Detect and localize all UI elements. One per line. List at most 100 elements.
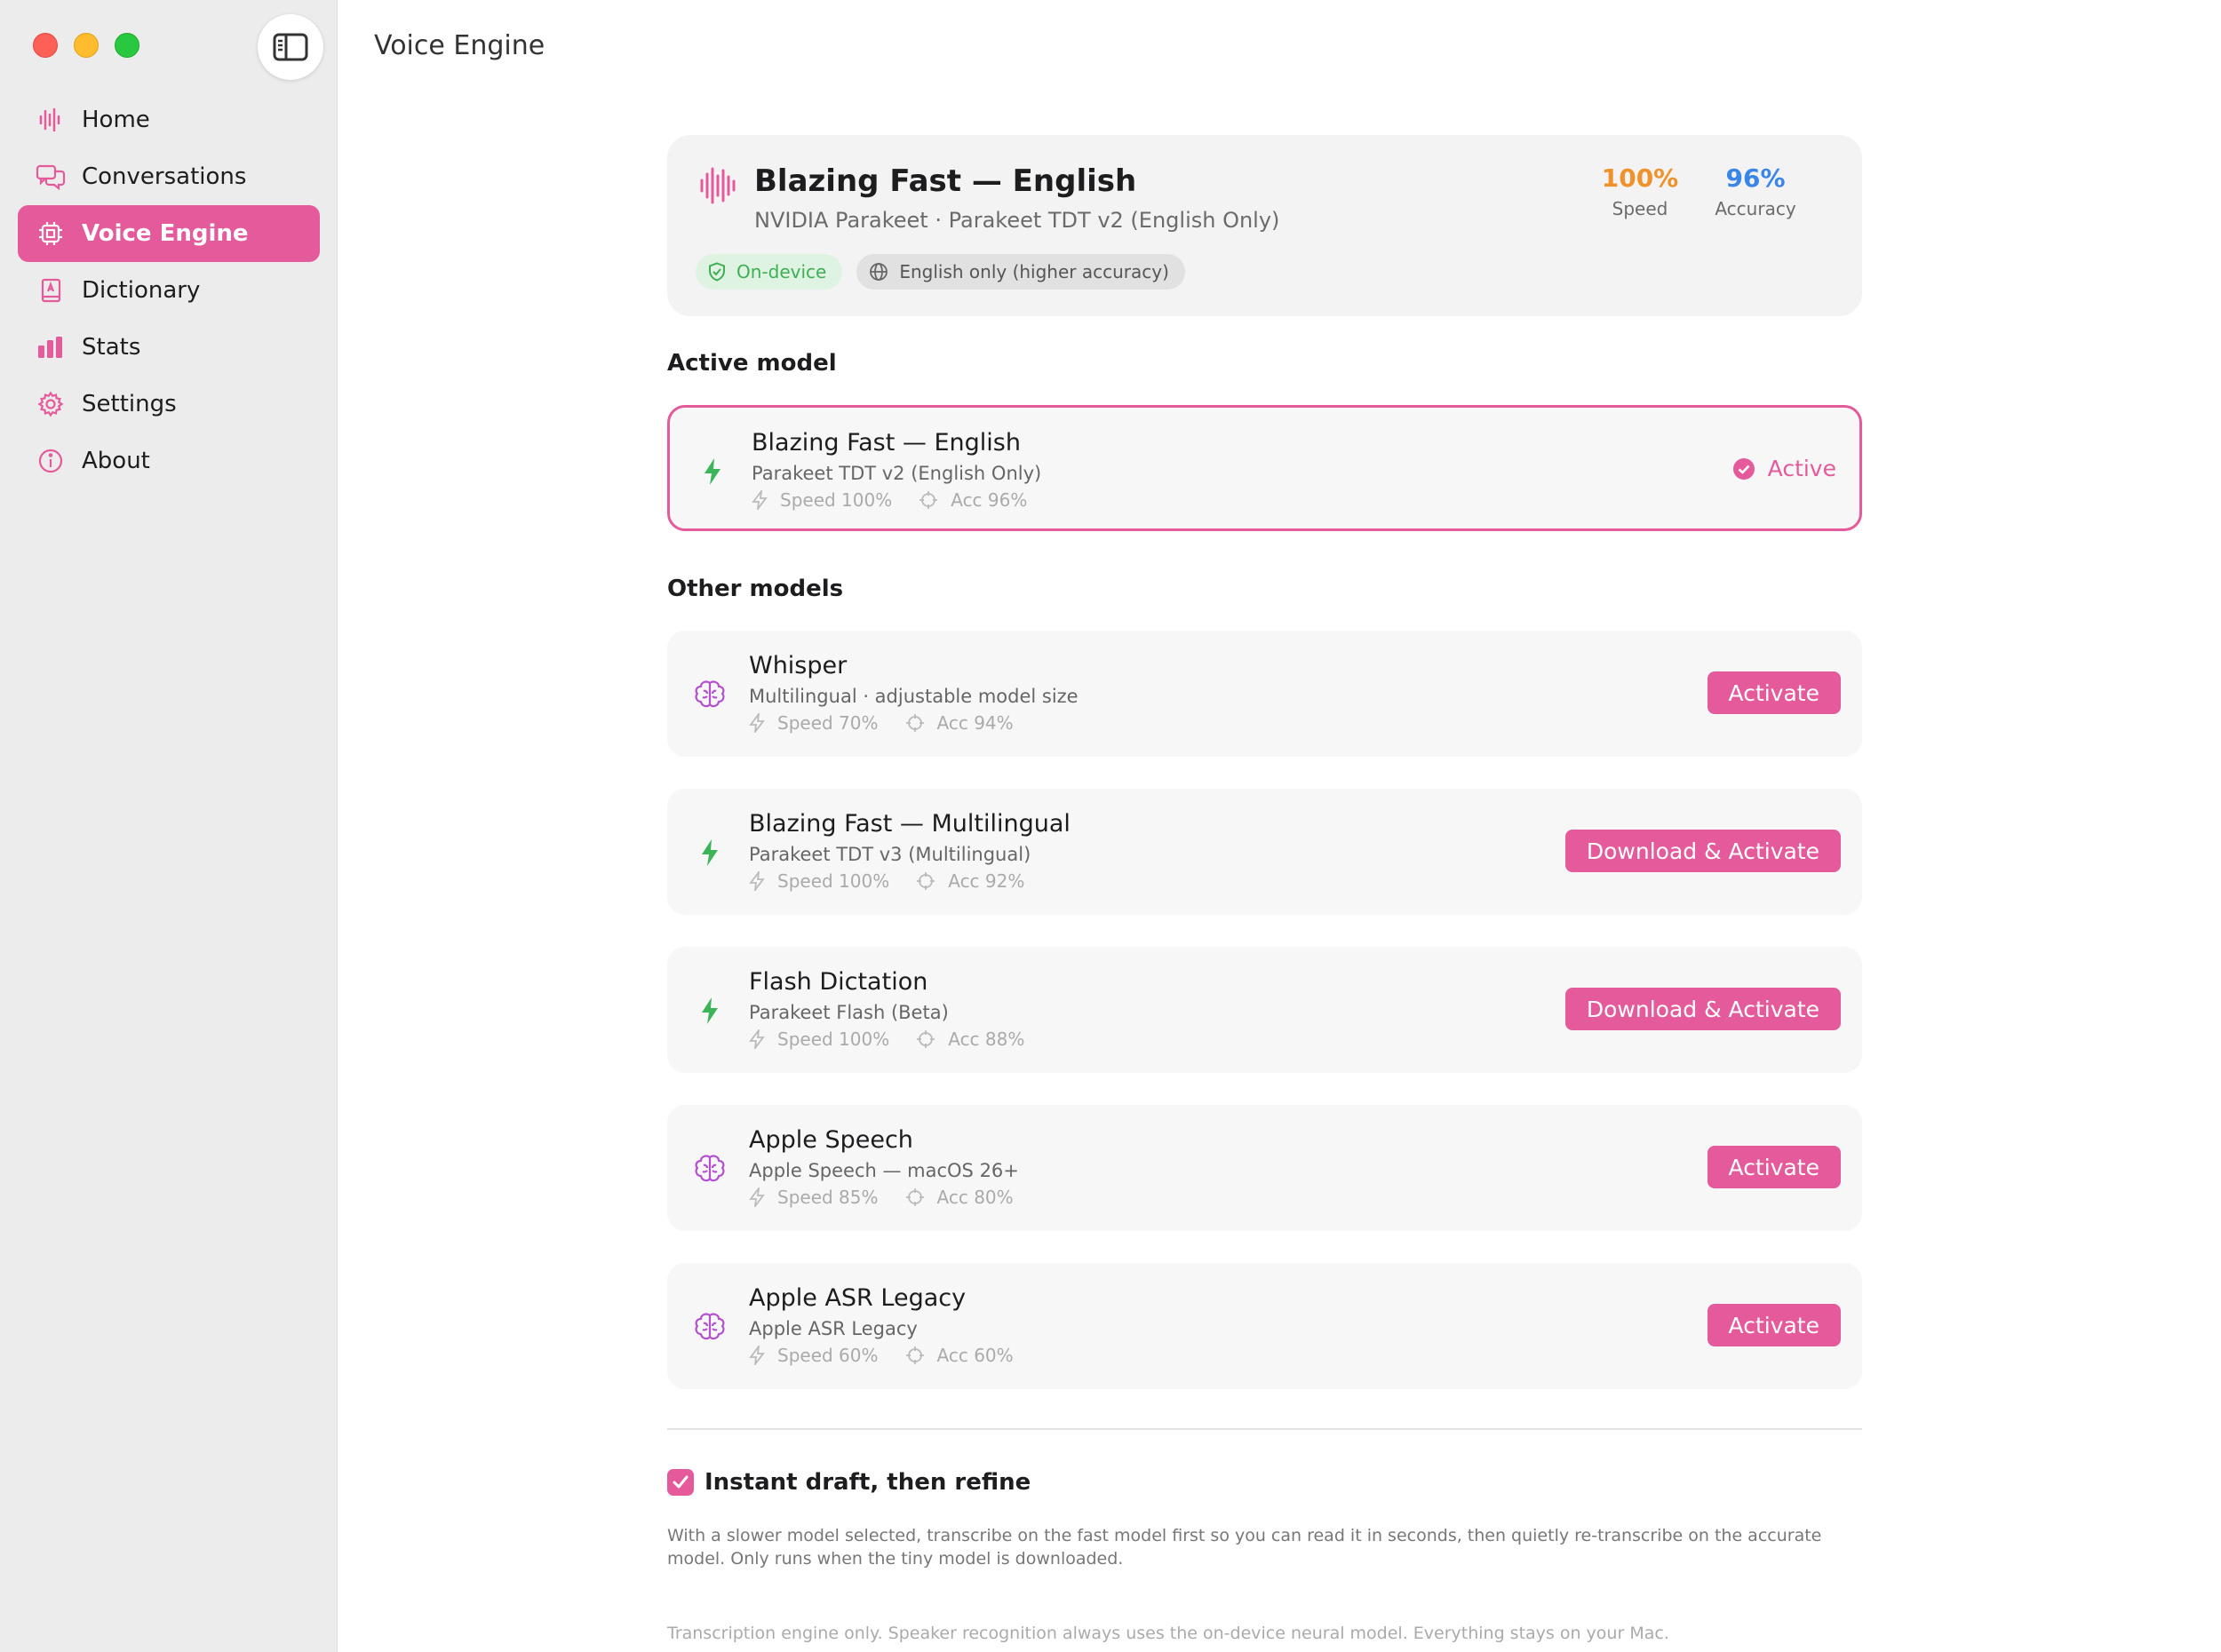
model-name: Blazing Fast — English xyxy=(752,429,1021,457)
model-subtitle: Apple Speech — macOS 26+ xyxy=(749,1160,1019,1181)
sidebar-toggle-button[interactable] xyxy=(258,14,323,80)
window-controls xyxy=(33,33,139,58)
model-subtitle: Parakeet Flash (Beta) xyxy=(749,1002,949,1023)
model-name: Whisper xyxy=(749,652,848,679)
language-label: English only (higher accuracy) xyxy=(899,261,1169,282)
sidebar-item-stats[interactable]: Stats xyxy=(18,319,320,376)
app-window: Home Conversations Voice Engine Dictiona… xyxy=(0,0,2221,1652)
maximize-window-button[interactable] xyxy=(115,33,139,58)
crosshair-icon xyxy=(905,714,924,732)
info-icon xyxy=(36,446,66,476)
close-window-button[interactable] xyxy=(33,33,58,58)
activate-button[interactable]: Activate xyxy=(1707,671,1841,714)
bolt-outline-icon xyxy=(752,490,768,510)
crosshair-icon xyxy=(917,872,935,890)
crosshair-icon xyxy=(905,1188,924,1206)
model-accuracy: Acc 96% xyxy=(951,489,1028,511)
instant-draft-checkbox[interactable] xyxy=(667,1469,694,1496)
download-activate-button[interactable]: Download & Activate xyxy=(1564,988,1841,1030)
on-device-label: On-device xyxy=(736,261,827,282)
speed-stat: 100% Speed xyxy=(1591,163,1689,219)
model-accuracy: Acc 88% xyxy=(948,1029,1025,1050)
model-speed: Speed 60% xyxy=(777,1345,879,1366)
model-speed: Speed 85% xyxy=(777,1187,879,1208)
chat-bubbles-icon xyxy=(36,162,66,192)
crosshair-icon xyxy=(905,1346,924,1364)
section-divider xyxy=(667,1428,1862,1430)
check-circle-icon xyxy=(1732,457,1755,480)
sidebar-item-label: Dictionary xyxy=(82,277,201,304)
model-card-apple-speech: Apple Speech Apple Speech — macOS 26+ Sp… xyxy=(667,1105,1862,1231)
model-card-whisper: Whisper Multilingual · adjustable model … xyxy=(667,631,1862,757)
model-subtitle: Parakeet TDT v3 (Multilingual) xyxy=(749,844,1031,865)
sidebar-item-label: Voice Engine xyxy=(82,220,249,247)
chip-icon xyxy=(36,218,66,249)
model-subtitle: Apple ASR Legacy xyxy=(749,1318,918,1339)
instant-draft-description: With a slower model selected, transcribe… xyxy=(667,1526,1822,1569)
sidebar: Home Conversations Voice Engine Dictiona… xyxy=(0,0,338,1652)
other-models-heading: Other models xyxy=(667,576,844,602)
model-card-flash-dictation: Flash Dictation Parakeet Flash (Beta) Sp… xyxy=(667,947,1862,1073)
activate-button[interactable]: Activate xyxy=(1707,1146,1841,1188)
model-name: Apple Speech xyxy=(749,1126,913,1154)
book-icon xyxy=(36,275,66,306)
model-subtitle: Parakeet TDT v2 (English Only) xyxy=(752,463,1042,484)
active-model-card[interactable]: Blazing Fast — English Parakeet TDT v2 (… xyxy=(667,405,1862,531)
model-accuracy: Acc 80% xyxy=(936,1187,1014,1208)
crosshair-icon xyxy=(917,1030,935,1048)
checkmark-icon xyxy=(673,1475,689,1489)
model-metrics: Speed 85% Acc 80% xyxy=(749,1187,1014,1208)
brain-icon xyxy=(692,677,728,712)
model-speed: Speed 70% xyxy=(777,712,879,734)
bar-chart-icon xyxy=(36,332,66,362)
gear-icon xyxy=(36,389,66,419)
sidebar-item-label: Settings xyxy=(82,391,177,417)
sidebar-nav: Home Conversations Voice Engine Dictiona… xyxy=(18,91,320,489)
model-metrics: Speed 100% Acc 92% xyxy=(749,870,1024,892)
brain-icon xyxy=(692,1151,728,1187)
speed-value: 100% xyxy=(1601,163,1679,193)
model-name: Blazing Fast — Multilingual xyxy=(749,810,1071,838)
model-name: Flash Dictation xyxy=(749,968,928,996)
minimize-window-button[interactable] xyxy=(74,33,99,58)
other-models-list: Whisper Multilingual · adjustable model … xyxy=(667,631,1862,1389)
crosshair-icon xyxy=(919,491,938,509)
sidebar-item-about[interactable]: About xyxy=(18,433,320,489)
bolt-icon xyxy=(692,993,728,1029)
bolt-outline-icon xyxy=(749,1029,765,1049)
current-model-subtitle: NVIDIA Parakeet · Parakeet TDT v2 (Engli… xyxy=(754,208,1280,233)
sidebar-item-home[interactable]: Home xyxy=(18,91,320,148)
download-activate-button[interactable]: Download & Activate xyxy=(1564,830,1841,872)
globe-icon xyxy=(870,263,888,281)
brain-icon xyxy=(692,1309,728,1345)
voice-engine-content: Blazing Fast — English NVIDIA Parakeet ·… xyxy=(667,135,1862,1643)
language-chip: English only (higher accuracy) xyxy=(856,254,1185,290)
instant-draft-row[interactable]: Instant draft, then refine xyxy=(667,1469,1862,1496)
sidebar-item-settings[interactable]: Settings xyxy=(18,376,320,433)
sidebar-item-label: Stats xyxy=(82,334,141,361)
sidebar-item-voice-engine[interactable]: Voice Engine xyxy=(18,205,320,262)
waveform-icon xyxy=(697,165,738,210)
sidebar-item-conversations[interactable]: Conversations xyxy=(18,148,320,205)
sidebar-item-dictionary[interactable]: Dictionary xyxy=(18,262,320,319)
model-card-blazing-fast-multilingual: Blazing Fast — Multilingual Parakeet TDT… xyxy=(667,789,1862,915)
main-panel: Voice Engine Blazing Fast — English NVID… xyxy=(338,0,2221,1652)
model-subtitle: Multilingual · adjustable model size xyxy=(749,686,1079,707)
sidebar-item-label: Conversations xyxy=(82,163,247,190)
bolt-icon xyxy=(695,454,730,489)
model-accuracy: Acc 60% xyxy=(936,1345,1014,1366)
instant-draft-label: Instant draft, then refine xyxy=(705,1469,1031,1496)
active-status: Active xyxy=(1732,456,1836,481)
model-speed: Speed 100% xyxy=(780,489,893,511)
bolt-outline-icon xyxy=(749,713,765,733)
model-metrics: Speed 60% Acc 60% xyxy=(749,1345,1014,1366)
shield-check-icon xyxy=(709,262,725,282)
activate-button[interactable]: Activate xyxy=(1707,1304,1841,1346)
accuracy-stat: 96% Accuracy xyxy=(1707,163,1804,219)
bolt-icon xyxy=(692,835,728,870)
footer-note: Transcription engine only. Speaker recog… xyxy=(667,1624,1669,1643)
model-metrics: Speed 100% Acc 88% xyxy=(749,1029,1024,1050)
model-speed: Speed 100% xyxy=(777,1029,890,1050)
bolt-outline-icon xyxy=(749,1187,765,1207)
accuracy-label: Accuracy xyxy=(1715,198,1796,219)
